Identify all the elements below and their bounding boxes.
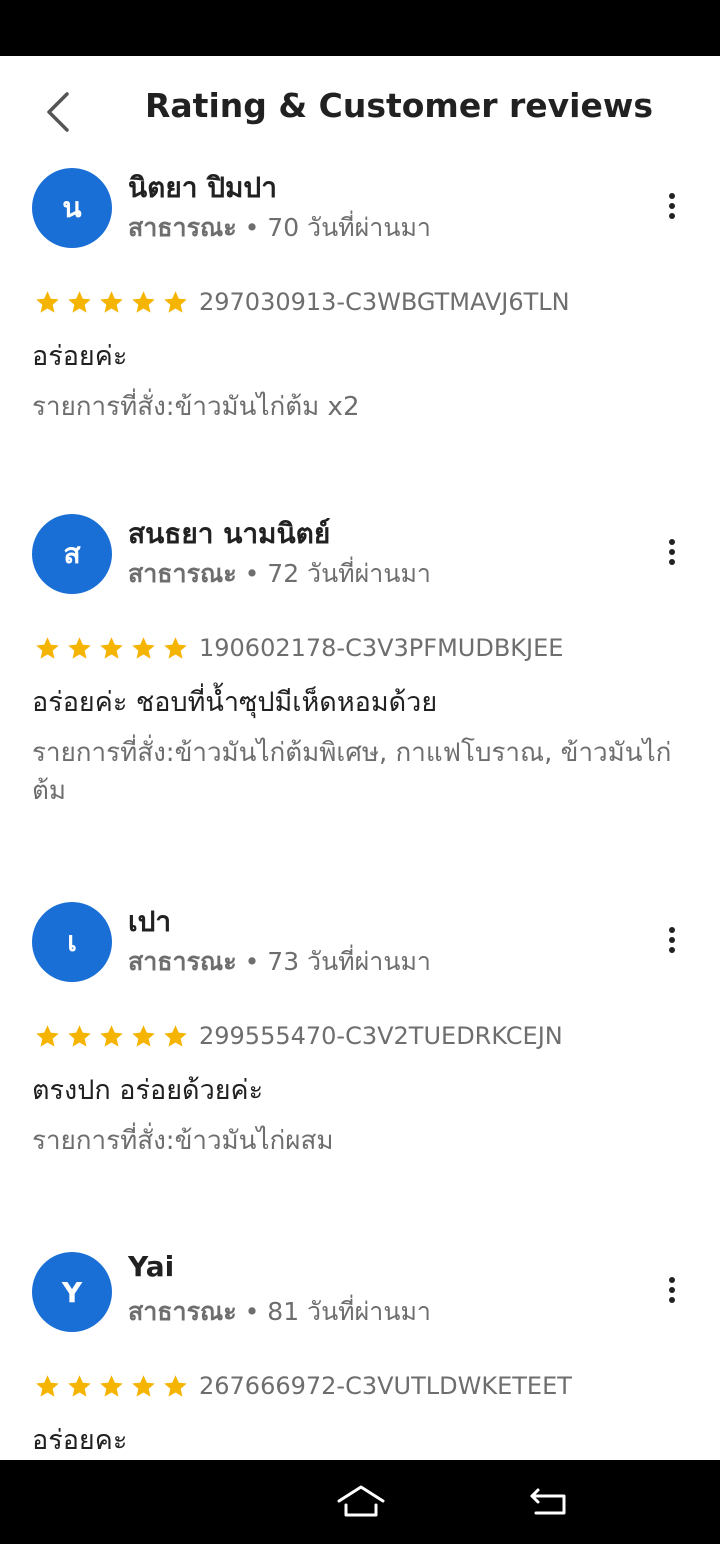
star-icon bbox=[132, 1024, 155, 1047]
rating-row: 267666972-C3VUTLDWKETEET bbox=[34, 1368, 572, 1404]
rating-row: 299555470-C3V2TUEDRKCEJN bbox=[34, 1018, 563, 1054]
chevron-left-icon bbox=[47, 92, 69, 132]
star-icon bbox=[68, 1024, 91, 1047]
star-icon bbox=[132, 1374, 155, 1397]
review-meta: สาธารณะ • 70 วันที่ผ่านมา bbox=[128, 208, 431, 248]
avatar: เ bbox=[32, 902, 112, 982]
system-nav-bar bbox=[0, 1460, 720, 1544]
review-meta: สาธารณะ • 72 วันที่ผ่านมา bbox=[128, 554, 431, 594]
review-meta: สาธารณะ • 73 วันที่ผ่านมา bbox=[128, 942, 431, 982]
ordered-items: รายการที่สั่ง:ข้าวมันไก่ต้มพิเศษ, กาแฟโบ… bbox=[32, 738, 672, 806]
visibility-label: สาธารณะ bbox=[128, 213, 237, 242]
more-vertical-icon bbox=[669, 193, 675, 219]
more-vertical-icon bbox=[669, 539, 675, 565]
star-rating bbox=[34, 289, 189, 316]
review-time: 70 วันที่ผ่านมา bbox=[267, 213, 431, 242]
review-time: 81 วันที่ผ่านมา bbox=[267, 1297, 431, 1326]
visibility-label: สาธารณะ bbox=[128, 947, 237, 976]
reviews-list[interactable]: น นิตยา ปิมปา สาธารณะ • 70 วันที่ผ่านมา … bbox=[0, 166, 720, 1460]
star-icon bbox=[164, 636, 187, 659]
review-time: 72 วันที่ผ่านมา bbox=[267, 559, 431, 588]
review-comment: อร่อยค่ะ ชอบที่น้ำซุปมีเห็ดหอมด้วย bbox=[32, 687, 438, 718]
avatar: ส bbox=[32, 514, 112, 594]
ordered-items: รายการที่สั่ง:ข้าวมันไก่ต้ม x2 bbox=[32, 392, 360, 422]
order-code: 267666972-C3VUTLDWKETEET bbox=[199, 1372, 572, 1400]
reviewer-name: Yai bbox=[128, 1250, 175, 1283]
star-icon bbox=[100, 636, 123, 659]
review-comment: อร่อยค่ะ bbox=[32, 341, 128, 372]
reviewer-name: สนธยา นามนิตย์ bbox=[128, 517, 331, 550]
avatar: น bbox=[32, 168, 112, 248]
star-icon bbox=[36, 1024, 59, 1047]
rating-row: 297030913-C3WBGTMAVJ6TLN bbox=[34, 284, 570, 320]
status-bar bbox=[0, 0, 720, 56]
home-icon bbox=[337, 1485, 385, 1517]
star-icon bbox=[100, 1024, 123, 1047]
star-rating bbox=[34, 1023, 189, 1050]
meta-separator: • bbox=[236, 559, 268, 588]
order-code: 299555470-C3V2TUEDRKCEJN bbox=[199, 1022, 563, 1050]
meta-separator: • bbox=[236, 213, 268, 242]
star-icon bbox=[100, 290, 123, 313]
star-icon bbox=[36, 636, 59, 659]
home-button[interactable] bbox=[334, 1480, 388, 1524]
more-vertical-icon bbox=[669, 927, 675, 953]
ordered-items: รายการที่สั่ง:ข้าวมันไก่ผสม bbox=[32, 1126, 334, 1156]
visibility-label: สาธารณะ bbox=[128, 559, 237, 588]
star-icon bbox=[68, 290, 91, 313]
visibility-label: สาธารณะ bbox=[128, 1297, 237, 1326]
back-arrow-icon bbox=[530, 1488, 566, 1515]
more-options-button[interactable] bbox=[652, 532, 692, 572]
star-rating bbox=[34, 635, 189, 662]
page-title: Rating & Customer reviews bbox=[145, 86, 653, 125]
more-options-button[interactable] bbox=[652, 920, 692, 960]
review-meta: สาธารณะ • 81 วันที่ผ่านมา bbox=[128, 1292, 431, 1332]
more-options-button[interactable] bbox=[652, 186, 692, 226]
star-icon bbox=[164, 1024, 187, 1047]
star-icon bbox=[132, 290, 155, 313]
order-code: 190602178-C3V3PFMUDBKJEE bbox=[199, 634, 564, 662]
more-vertical-icon bbox=[669, 1277, 675, 1303]
avatar: Y bbox=[32, 1252, 112, 1332]
star-icon bbox=[164, 290, 187, 313]
star-icon bbox=[132, 636, 155, 659]
reviewer-name: นิตยา ปิมปา bbox=[128, 171, 277, 204]
review-comment: ตรงปก อร่อยด้วยค่ะ bbox=[32, 1075, 264, 1106]
order-code: 297030913-C3WBGTMAVJ6TLN bbox=[199, 288, 570, 316]
review-comment: อร่อยคะ bbox=[32, 1425, 128, 1456]
star-icon bbox=[68, 636, 91, 659]
meta-separator: • bbox=[236, 947, 268, 976]
review-time: 73 วันที่ผ่านมา bbox=[267, 947, 431, 976]
meta-separator: • bbox=[236, 1297, 268, 1326]
back-button[interactable] bbox=[36, 90, 80, 134]
star-icon bbox=[100, 1374, 123, 1397]
more-options-button[interactable] bbox=[652, 1270, 692, 1310]
header: Rating & Customer reviews bbox=[0, 56, 720, 166]
rating-row: 190602178-C3V3PFMUDBKJEE bbox=[34, 630, 563, 666]
reviewer-name: เปา bbox=[128, 905, 172, 938]
system-back-button[interactable] bbox=[524, 1480, 574, 1524]
star-icon bbox=[36, 1374, 59, 1397]
star-rating bbox=[34, 1373, 189, 1400]
star-icon bbox=[68, 1374, 91, 1397]
star-icon bbox=[164, 1374, 187, 1397]
star-icon bbox=[36, 290, 59, 313]
